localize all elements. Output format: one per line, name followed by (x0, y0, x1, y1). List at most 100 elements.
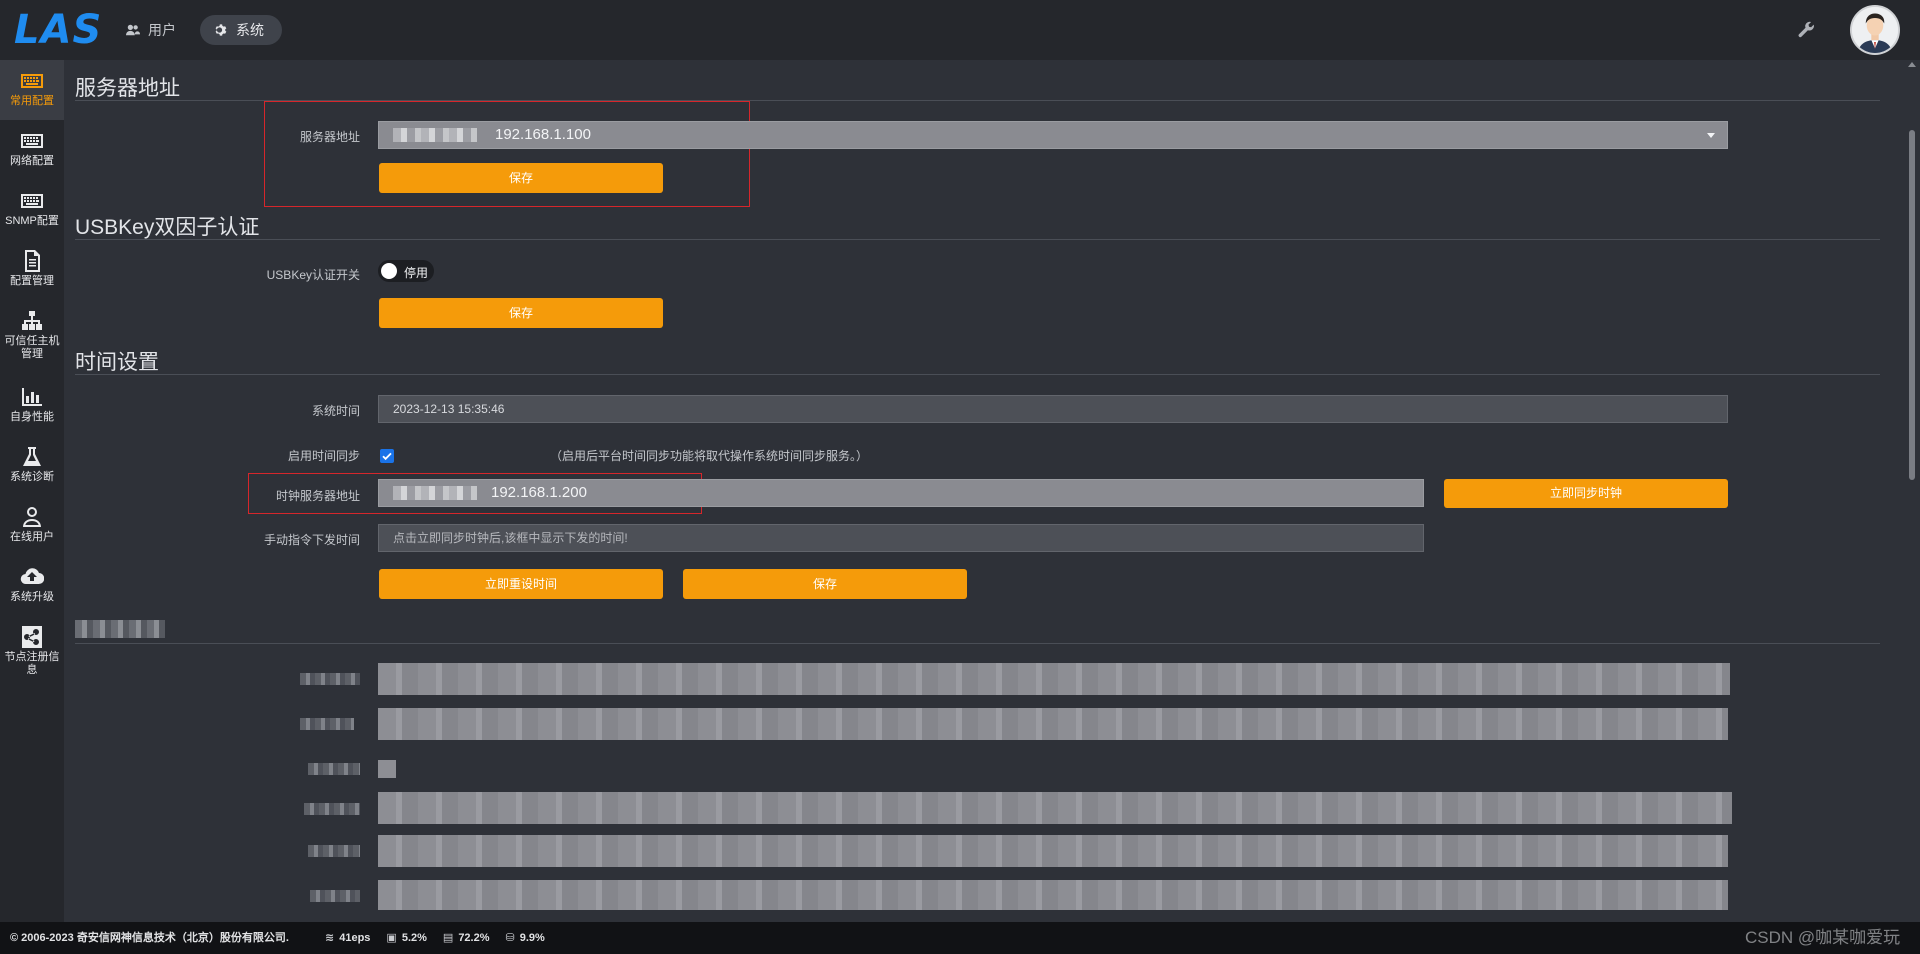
redacted-field (378, 760, 396, 778)
manual-time-field[interactable]: 点击立即同步时钟后,该框中显示下发的时间! (378, 524, 1424, 552)
users-icon (126, 24, 140, 36)
sync-clock-now-button[interactable]: 立即同步时钟 (1444, 479, 1728, 508)
sidebar-item-system-upgrade[interactable]: 系统升级 (0, 556, 64, 616)
sidebar-item-common-config[interactable]: 常用配置 (0, 60, 64, 120)
toggle-knob (381, 263, 397, 279)
redacted-label (308, 763, 360, 775)
keyboard-icon (21, 134, 43, 148)
gear-icon (215, 24, 227, 36)
checkmark-icon (382, 452, 392, 461)
sidebar-item-node-registration[interactable]: 节点注册信息 (0, 616, 64, 692)
redacted-label (300, 673, 360, 685)
sidebar-item-online-users[interactable]: 在线用户 (0, 496, 64, 556)
tab-users-label: 用户 (148, 22, 176, 38)
top-nav: 用户 系统 (112, 15, 282, 45)
redacted-label (300, 718, 354, 730)
keyboard-icon (21, 74, 43, 88)
time-save-button[interactable]: 保存 (683, 569, 967, 599)
sitemap-icon (22, 311, 42, 330)
server-save-button[interactable]: 保存 (379, 163, 663, 193)
system-stats: ≋ 41eps ▣ 5.2% ▤ 72.2% ⛁ 9.9% (325, 922, 545, 954)
sidebar-item-label: 节点注册信息 (4, 651, 60, 676)
eps-stat: ≋ 41eps (325, 922, 370, 954)
redacted-field (378, 880, 1728, 910)
wrench-icon[interactable] (1796, 20, 1816, 40)
cpu-stat: ▣ 5.2% (386, 922, 426, 954)
usbkey-switch-label: USBKey认证开关 (266, 268, 360, 282)
sidebar-item-label: 可信任主机管理 (4, 335, 60, 360)
document-icon (25, 250, 40, 272)
redacted-text (393, 486, 477, 501)
redacted-label (310, 890, 360, 902)
cpu-icon: ▣ (386, 932, 397, 944)
keyboard-icon (21, 194, 43, 208)
copyright-text: © 2006-2023 奇安信网神信息技术（北京）股份有限公司. (10, 932, 289, 944)
section-divider (75, 239, 1880, 240)
system-time-label: 系统时间 (311, 404, 360, 418)
tab-system-label: 系统 (236, 22, 264, 38)
sidebar-item-self-performance[interactable]: 自身性能 (0, 376, 64, 436)
sidebar-item-label: 配置管理 (10, 275, 54, 287)
share-icon (22, 626, 42, 648)
disk-icon: ⛁ (505, 932, 515, 944)
sidebar-item-label: 网络配置 (10, 155, 54, 167)
reset-time-button[interactable]: 立即重设时间 (379, 569, 663, 599)
eps-value: 41eps (339, 932, 371, 944)
user-avatar-icon (1852, 7, 1898, 53)
disk-value: 9.9% (519, 932, 545, 944)
sidebar-item-label: 常用配置 (10, 95, 54, 107)
section-title-time: 时间设置 (75, 351, 159, 374)
sidebar-item-diagnostics[interactable]: 系统诊断 (0, 436, 64, 496)
server-address-label: 服务器地址 (299, 130, 360, 144)
sidebar-item-trusted-hosts[interactable]: 可信任主机管理 (0, 300, 64, 376)
usbkey-save-button[interactable]: 保存 (379, 298, 663, 328)
wave-icon: ≋ (325, 932, 335, 944)
toggle-state-label: 停用 (404, 266, 429, 280)
scroll-up-arrow-icon[interactable] (1908, 62, 1916, 67)
memory-value: 72.2% (458, 932, 490, 944)
scrollbar[interactable] (1904, 60, 1920, 922)
sidebar: 常用配置 网络配置 SNMP配置 配置管理 可信任主机管理 自身性能 系统诊断 … (0, 60, 64, 922)
disk-stat: ⛁ 9.9% (506, 922, 545, 954)
redacted-label (308, 845, 360, 857)
scroll-thumb[interactable] (1909, 130, 1915, 480)
tab-system[interactable]: 系统 (200, 15, 282, 45)
redacted-field (378, 835, 1728, 867)
time-sync-label: 启用时间同步 (287, 449, 360, 463)
memory-icon: ▤ (442, 932, 454, 944)
ntp-server-input[interactable]: 192.168.1.200 (378, 479, 1424, 507)
top-bar: LAS 用户 系统 (0, 0, 1920, 60)
time-sync-hint: （启用后平台时间同步功能将取代操作系统时间同步服务。） (550, 449, 869, 463)
usbkey-toggle[interactable]: 停用 (378, 260, 434, 282)
system-time-field[interactable]: 2023-12-13 15:35:46 (378, 395, 1728, 423)
redacted-section-title (75, 620, 165, 638)
time-sync-checkbox[interactable] (380, 449, 394, 463)
memory-stat: ▤ 72.2% (443, 922, 490, 954)
redacted-field (378, 792, 1732, 824)
section-divider (75, 374, 1880, 375)
sidebar-item-network-config[interactable]: 网络配置 (0, 120, 64, 180)
cpu-value: 5.2% (401, 932, 427, 944)
flask-icon (23, 447, 41, 466)
section-title-server: 服务器地址 (75, 77, 180, 100)
manual-time-label: 手动指令下发时间 (263, 533, 360, 547)
chevron-down-icon (1707, 133, 1715, 138)
redacted-label (304, 803, 360, 815)
server-address-value: 192.168.1.100 (495, 126, 591, 143)
redacted-text (393, 128, 477, 143)
user-icon (23, 507, 41, 527)
tab-users[interactable]: 用户 (112, 15, 194, 45)
avatar[interactable] (1850, 5, 1900, 55)
ntp-server-value: 192.168.1.200 (491, 484, 587, 501)
sidebar-item-label: 系统诊断 (10, 471, 54, 483)
sidebar-item-label: SNMP配置 (5, 215, 59, 227)
logo[interactable]: LAS (14, 8, 102, 52)
sidebar-item-label: 自身性能 (10, 411, 54, 423)
cloud-upload-icon (20, 568, 44, 585)
redacted-field (378, 708, 1728, 740)
sidebar-item-snmp-config[interactable]: SNMP配置 (0, 180, 64, 240)
section-divider (75, 643, 1880, 644)
server-address-select[interactable]: 192.168.1.100 (378, 121, 1728, 149)
sidebar-item-label: 在线用户 (10, 531, 54, 543)
sidebar-item-config-management[interactable]: 配置管理 (0, 240, 64, 300)
